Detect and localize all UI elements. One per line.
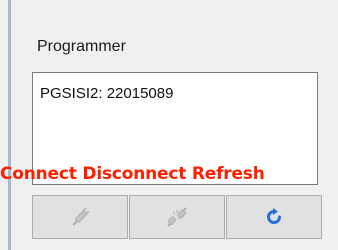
- refresh-icon: [264, 207, 284, 227]
- panel-left-border: [8, 0, 11, 250]
- list-item[interactable]: PGSISI2: 22015089: [40, 85, 173, 102]
- panel-title: Programmer: [37, 38, 126, 55]
- plug-disconnect-icon: [166, 206, 188, 228]
- button-labels-overlay: Connect Disconnect Refresh: [0, 164, 265, 184]
- connect-button[interactable]: [32, 195, 128, 239]
- refresh-button[interactable]: [226, 195, 322, 239]
- plug-connect-icon: [69, 206, 91, 228]
- disconnect-button[interactable]: [129, 195, 225, 239]
